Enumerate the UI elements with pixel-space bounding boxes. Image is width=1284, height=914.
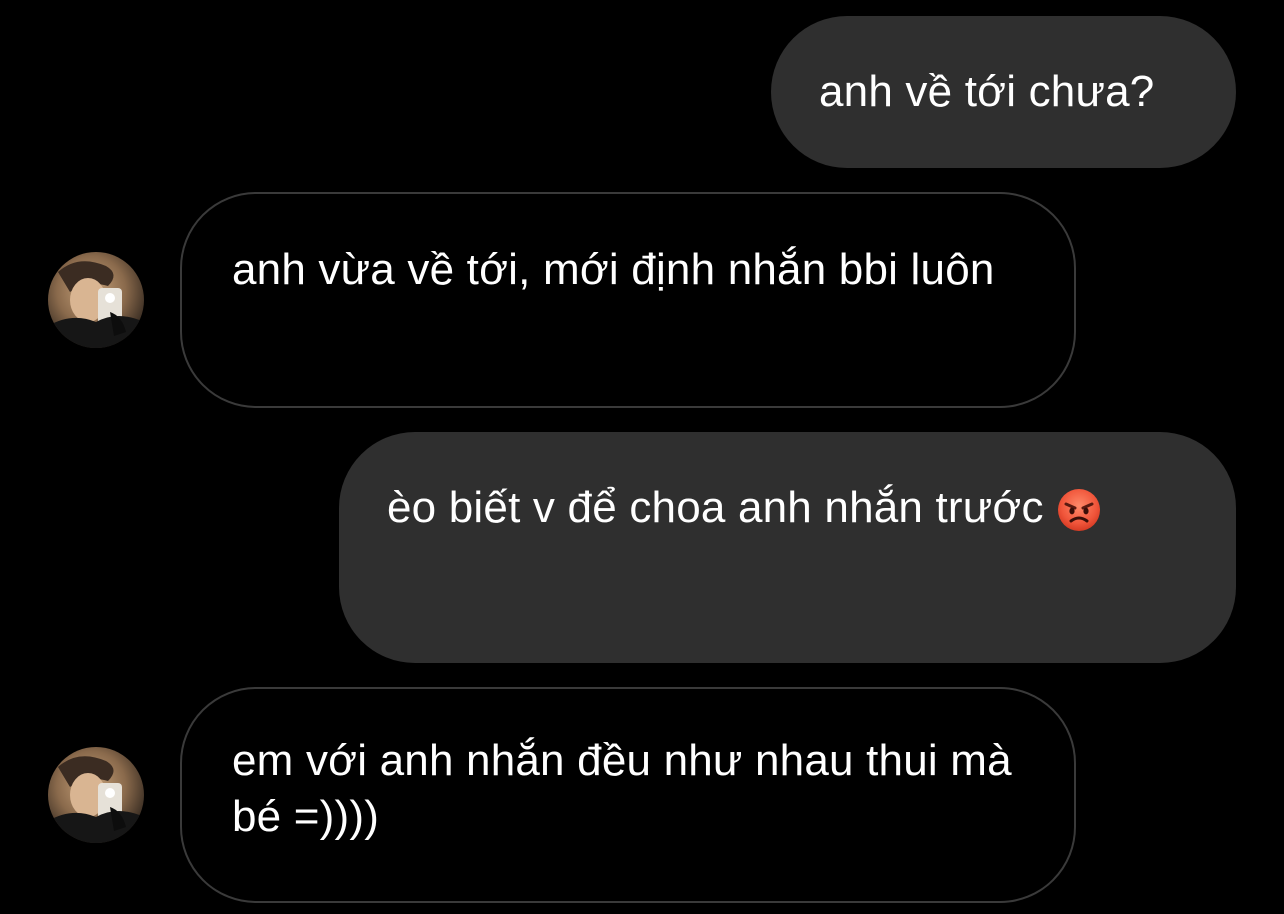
message-text-content: èo biết v để choa anh nhắn trước (387, 483, 1044, 532)
message-bubble-received[interactable]: em với anh nhắn đều như nhau thui mà bé … (180, 687, 1076, 903)
message-text: em với anh nhắn đều như nhau thui mà bé … (232, 736, 1012, 841)
avatar-photo (48, 747, 144, 843)
message-bubble-sent[interactable]: anh về tới chưa? (771, 16, 1236, 168)
contact-avatar[interactable] (48, 252, 144, 348)
contact-avatar[interactable] (48, 747, 144, 843)
message-text: anh về tới chưa? (819, 67, 1155, 116)
avatar-photo (48, 252, 144, 348)
message-text: anh vừa về tới, mới định nhắn bbi luôn (232, 245, 995, 294)
angry-face-emoji (1056, 487, 1102, 533)
message-text: èo biết v để choa anh nhắn trước (387, 480, 1188, 536)
message-bubble-sent[interactable]: èo biết v để choa anh nhắn trước (339, 432, 1236, 663)
message-bubble-received[interactable]: anh vừa về tới, mới định nhắn bbi luôn (180, 192, 1076, 408)
